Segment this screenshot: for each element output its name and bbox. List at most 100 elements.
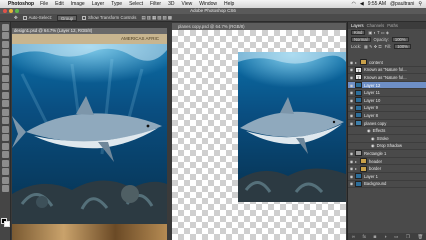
visibility-eye-icon[interactable]: ◉ (348, 174, 355, 179)
show-transform-checkbox[interactable]: Show Transform Controls (81, 15, 136, 20)
effect-eye-icon[interactable]: ◉ (371, 136, 375, 141)
visibility-eye-icon[interactable]: ◉ (348, 121, 355, 126)
menu-view[interactable]: View (182, 1, 193, 7)
zoom-tool-icon[interactable] (2, 185, 9, 192)
layer-thumbnail[interactable] (355, 173, 362, 180)
align-icons[interactable]: ▤ ▥ ▦ ▧ ▨ ▩ (141, 15, 171, 21)
layer-row[interactable]: ◉ Effects (348, 127, 426, 135)
layer-row[interactable]: ◉ Layer 10 (348, 97, 426, 105)
layer-row[interactable]: ◉ planes copy (348, 120, 426, 128)
layer-row[interactable]: ◉ Background (348, 180, 426, 189)
visibility-eye-icon[interactable]: ◉ (348, 181, 355, 186)
blend-mode-dropdown[interactable]: Normal (351, 37, 371, 42)
tab-channels[interactable]: Channels (367, 22, 385, 29)
move-tool-icon[interactable]: ✥ (14, 15, 18, 21)
menu-layer[interactable]: Layer (92, 1, 105, 7)
shape-tool-icon[interactable] (2, 168, 9, 175)
layer-row[interactable]: ◉ Rectangle 1 (348, 150, 426, 158)
type-tool-icon[interactable] (2, 151, 9, 158)
zoom-window-button[interactable] (15, 9, 19, 13)
filter-icons[interactable]: ▣ ◐ T ▭ ◈ (368, 30, 389, 35)
menu-type[interactable]: Type (111, 1, 122, 7)
app-menu[interactable]: Photoshop (8, 1, 34, 7)
visibility-eye-icon[interactable]: ◉ (348, 159, 355, 164)
visibility-eye-icon[interactable]: ◉ (348, 98, 355, 103)
document-tab-planes-copy[interactable]: planes copy.psd @ 64.7% (RGB/8) (172, 23, 346, 30)
new-layer-icon[interactable]: ❐ (406, 234, 410, 240)
tab-paths[interactable]: Paths (387, 22, 398, 29)
shark-ocean-image[interactable] (12, 44, 167, 224)
healing-tool-icon[interactable] (2, 74, 9, 82)
crop-tool-icon[interactable] (2, 57, 9, 65)
menu-image[interactable]: Image (71, 1, 85, 7)
hand-tool-icon[interactable] (2, 176, 9, 184)
layer-thumbnail[interactable] (355, 180, 362, 187)
wifi-icon[interactable]: ◠ (351, 1, 355, 7)
layer-row[interactable]: ◉ T Known as "Nature fol... (348, 66, 426, 75)
user-name[interactable]: @paultrani (390, 1, 414, 7)
layer-thumbnail[interactable] (355, 120, 362, 127)
auto-select-checkbox[interactable]: Auto-Select: (22, 15, 52, 20)
link-layers-icon[interactable]: ∞ (352, 234, 355, 239)
tab-layers[interactable]: Layers (351, 22, 364, 29)
visibility-eye-icon[interactable]: ◉ (348, 83, 355, 88)
add-style-icon[interactable]: fx (363, 234, 367, 239)
lasso-tool-icon[interactable] (2, 40, 9, 48)
opacity-field[interactable]: 100% (391, 37, 409, 42)
eraser-tool-icon[interactable] (2, 108, 9, 116)
menu-select[interactable]: Select (129, 1, 143, 7)
clock[interactable]: 9:55 AM (368, 1, 386, 7)
filter-kind-dropdown[interactable]: Kind (351, 30, 366, 35)
layer-row[interactable]: ◉ ▸ content (348, 59, 426, 67)
menu-filter[interactable]: Filter (150, 1, 161, 7)
layer-row[interactable]: ◉ T Known as "Nature fol... (348, 74, 426, 82)
quick-select-tool-icon[interactable] (2, 49, 9, 56)
layer-row[interactable]: ◉ Drop Shadow (348, 143, 426, 151)
visibility-eye-icon[interactable]: ◉ (348, 90, 355, 95)
delete-layer-icon[interactable]: 🗑 (417, 234, 423, 240)
adjustment-layer-icon[interactable]: ◑ (384, 234, 387, 239)
layer-row[interactable]: ◉ Stroke (348, 135, 426, 143)
layer-row[interactable]: ◉ ▸ header (348, 158, 426, 166)
lock-icons[interactable]: ▦ ✎ ✥ ⚿ (364, 44, 382, 49)
history-brush-tool-icon[interactable] (2, 100, 9, 107)
layer-thumbnail[interactable] (355, 82, 362, 89)
marquee-tool-icon[interactable] (2, 32, 9, 39)
layer-row[interactable]: ◉ Layer 1 (348, 173, 426, 181)
eyedropper-tool-icon[interactable] (2, 66, 9, 73)
effect-eye-icon[interactable]: ◉ (371, 143, 375, 148)
visibility-eye-icon[interactable]: ◉ (348, 151, 355, 156)
menu-help[interactable]: Help (224, 1, 234, 7)
pen-tool-icon[interactable] (2, 142, 9, 150)
menu-3d[interactable]: 3D (168, 1, 174, 7)
close-window-button[interactable] (3, 9, 7, 13)
text-layer-thumbnail[interactable]: T (355, 74, 362, 81)
spotlight-icon[interactable]: ⚲ (418, 1, 422, 7)
gradient-tool-icon[interactable] (2, 117, 9, 124)
menu-window[interactable]: Window (199, 1, 217, 7)
layer-thumbnail[interactable] (355, 89, 362, 96)
layer-thumbnail[interactable] (355, 97, 362, 104)
minimize-window-button[interactable] (9, 9, 13, 13)
fill-field[interactable]: 100% (394, 44, 411, 49)
auto-select-dropdown[interactable]: Group (57, 14, 77, 21)
menu-file[interactable]: File (40, 1, 48, 7)
shark-ocean-copy-image[interactable] (238, 52, 346, 202)
visibility-eye-icon[interactable]: ◉ (348, 113, 355, 118)
visibility-eye-icon[interactable]: ◉ (348, 105, 355, 110)
layer-row[interactable]: ◉ Layer 12 (348, 81, 426, 90)
layer-row[interactable]: ◉ Layer 8 (348, 112, 426, 120)
transparent-canvas[interactable] (172, 30, 346, 240)
visibility-eye-icon[interactable]: ◉ (348, 67, 355, 72)
layer-row[interactable]: ◉ Layer 9 (348, 104, 426, 113)
visibility-eye-icon[interactable]: ◉ (348, 75, 355, 80)
volume-icon[interactable]: ◀ (360, 1, 364, 7)
blur-tool-icon[interactable] (2, 125, 9, 133)
layer-thumbnail[interactable] (355, 112, 362, 119)
stamp-tool-icon[interactable] (2, 91, 9, 99)
text-layer-thumbnail[interactable]: T (355, 66, 362, 73)
menu-edit[interactable]: Edit (55, 1, 64, 7)
new-group-icon[interactable]: ▭ (394, 234, 398, 240)
background-color-swatch[interactable] (4, 221, 10, 227)
layer-thumbnail[interactable] (355, 104, 362, 111)
